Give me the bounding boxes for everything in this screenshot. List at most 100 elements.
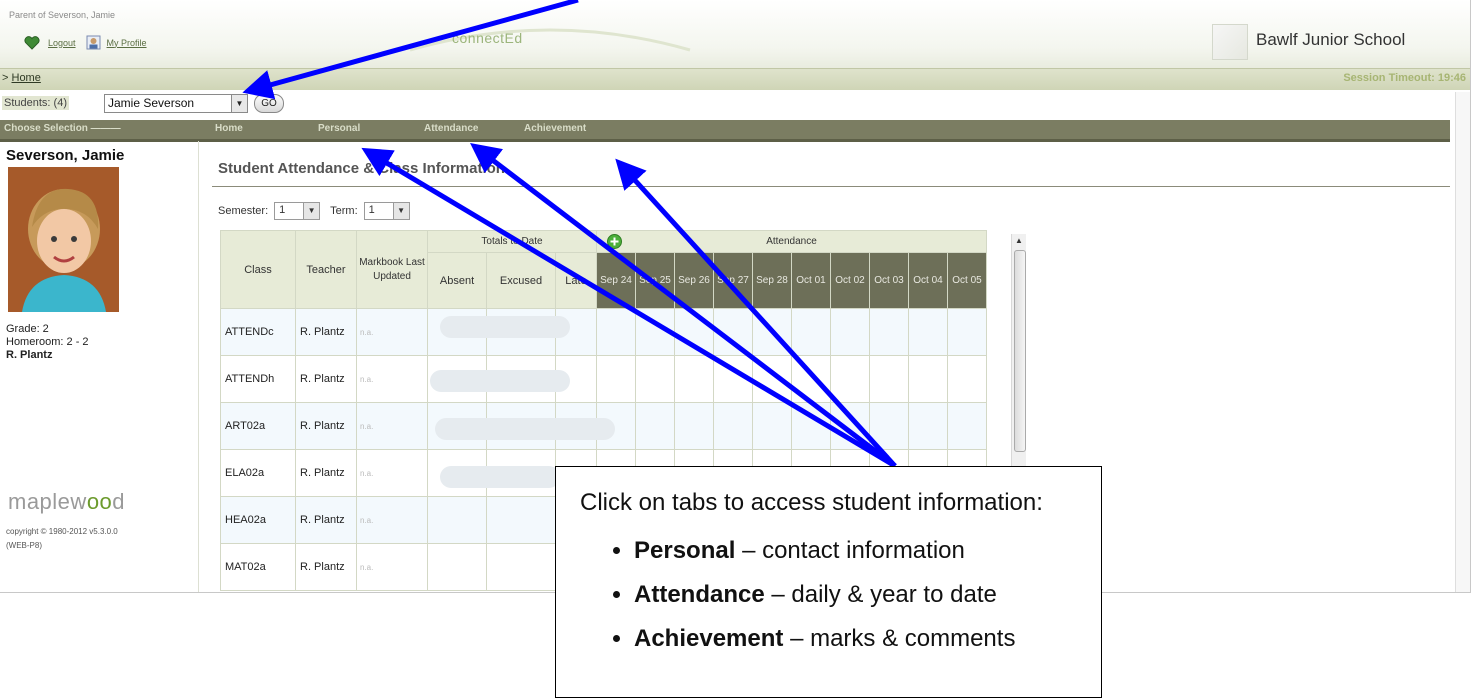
scroll-up-icon[interactable]: ▲	[1015, 236, 1023, 245]
attendance-cell	[830, 308, 870, 356]
attendance-cell	[635, 308, 675, 356]
date-header: Oct 01	[791, 252, 831, 309]
callout-item: Attendance – daily & year to date	[634, 573, 1015, 617]
attendance-cell	[908, 308, 948, 356]
header: Parent of Severson, Jamie Logout My Prof…	[0, 0, 1470, 68]
class-cell: HEA02a	[220, 496, 296, 544]
callout-desc: – contact information	[742, 537, 965, 564]
markbook-cell: n.a.	[356, 402, 428, 450]
student-name: Severson, Jamie	[6, 147, 125, 164]
student-info: Grade: 2 Homeroom: 2 - 2 R. Plantz	[6, 323, 89, 362]
homeroom: Homeroom: 2 - 2	[6, 336, 89, 348]
date-header: Oct 04	[908, 252, 948, 309]
markbook-cell: n.a.	[356, 308, 428, 356]
col-totals: Totals to Date	[427, 230, 597, 253]
scroll-thumb[interactable]	[1014, 250, 1026, 452]
add-icon[interactable]	[607, 234, 622, 249]
callout-list: Personal – contact information Attendanc…	[594, 529, 1015, 661]
chevron-down-icon[interactable]: ▼	[392, 203, 409, 219]
attendance-cell	[635, 402, 675, 450]
attendance-cell	[596, 355, 636, 403]
redacted-totals	[440, 466, 560, 488]
semester-value: 1	[279, 204, 286, 216]
copyright-line: copyright © 1980-2012 v5.3.0.0	[6, 527, 118, 536]
col-late: Late	[555, 252, 597, 309]
teacher-cell: R. Plantz	[295, 496, 357, 544]
student-select-value: Jamie Severson	[108, 96, 195, 110]
school-name: Bawlf Junior School	[1256, 30, 1406, 49]
build-line: (WEB-P8)	[6, 541, 42, 550]
student-select[interactable]: Jamie Severson ▼	[104, 94, 248, 113]
tab-personal[interactable]: Personal	[318, 123, 360, 134]
markbook-cell: n.a.	[356, 449, 428, 497]
callout-tab-name: Attendance	[634, 581, 765, 608]
chevron-down-icon[interactable]: ▼	[231, 95, 247, 112]
connected-logo: connectEd	[452, 30, 523, 46]
students-label: Students: (4)	[2, 96, 69, 110]
date-header: Oct 02	[830, 252, 870, 309]
header-links: Logout My Profile	[24, 35, 147, 50]
callout-tab-name: Achievement	[634, 625, 784, 652]
parent-of-label: Parent of Severson, Jamie	[9, 10, 116, 20]
date-header: Sep 24	[596, 252, 636, 309]
date-header: Sep 28	[752, 252, 792, 309]
attendance-cell	[713, 355, 753, 403]
student-photo	[8, 167, 119, 312]
attendance-cell	[947, 402, 987, 450]
attendance-cell	[486, 543, 556, 591]
callout-tab-name: Personal	[634, 537, 736, 564]
semester-label: Semester:	[218, 205, 269, 217]
my-profile-link[interactable]: My Profile	[107, 38, 147, 48]
logout-link[interactable]: Logout	[48, 38, 76, 48]
instruction-callout: Click on tabs to access student informat…	[555, 466, 1102, 698]
attendance-cell	[830, 402, 870, 450]
redacted-totals	[435, 418, 615, 440]
homeroom-teacher: R. Plantz	[6, 349, 53, 361]
page-scrollbar[interactable]	[1455, 92, 1470, 592]
attendance-cell	[635, 355, 675, 403]
attendance-cell	[752, 402, 792, 450]
attendance-cell	[674, 308, 714, 356]
go-button[interactable]: GO	[254, 94, 284, 113]
tab-achievement[interactable]: Achievement	[524, 123, 586, 134]
markbook-cell: n.a.	[356, 355, 428, 403]
attendance-cell	[752, 355, 792, 403]
tab-home[interactable]: Home	[215, 123, 243, 134]
class-cell: ELA02a	[220, 449, 296, 497]
attendance-cell	[486, 496, 556, 544]
teacher-cell: R. Plantz	[295, 449, 357, 497]
class-cell: ATTENDc	[220, 308, 296, 356]
copyright: copyright © 1980-2012 v5.3.0.0 (WEB-P8)	[6, 525, 118, 553]
term-select[interactable]: 1 ▼	[363, 202, 410, 220]
page-title: Student Attendance & Class Information	[218, 160, 505, 177]
semester-select[interactable]: 1 ▼	[274, 202, 321, 220]
profile-icon	[86, 35, 101, 50]
date-header: Sep 27	[713, 252, 753, 309]
class-cell: ATTENDh	[220, 355, 296, 403]
session-timeout: Session Timeout: 19:46	[1343, 72, 1466, 84]
filters: Semester: 1 ▼ Term: 1 ▼	[218, 202, 420, 220]
connected-logo-swoosh	[409, 28, 691, 52]
col-teacher: Teacher	[295, 230, 357, 309]
attendance-cell	[791, 308, 831, 356]
tab-attendance[interactable]: Attendance	[424, 123, 478, 134]
attendance-cell	[869, 308, 909, 356]
attendance-cell	[869, 355, 909, 403]
chevron-down-icon[interactable]: ▼	[303, 203, 320, 219]
col-excused: Excused	[486, 252, 556, 309]
attendance-cell	[752, 308, 792, 356]
col-class: Class	[220, 230, 296, 309]
markbook-cell: n.a.	[356, 496, 428, 544]
student-picker: Students: (4) Jamie Severson ▼ GO	[0, 92, 300, 114]
col-absent: Absent	[427, 252, 487, 309]
attendance-cell	[427, 543, 487, 591]
breadcrumb-home-link[interactable]: Home	[12, 72, 41, 84]
teacher-cell: R. Plantz	[295, 402, 357, 450]
attendance-cell	[427, 496, 487, 544]
date-header: Oct 05	[947, 252, 987, 309]
attendance-cell	[908, 402, 948, 450]
student-sidebar: Severson, Jamie Grade: 2 Homeroom: 2 - 2…	[0, 141, 199, 592]
title-divider	[212, 186, 1450, 187]
class-cell: MAT02a	[220, 543, 296, 591]
date-header: Sep 26	[674, 252, 714, 309]
